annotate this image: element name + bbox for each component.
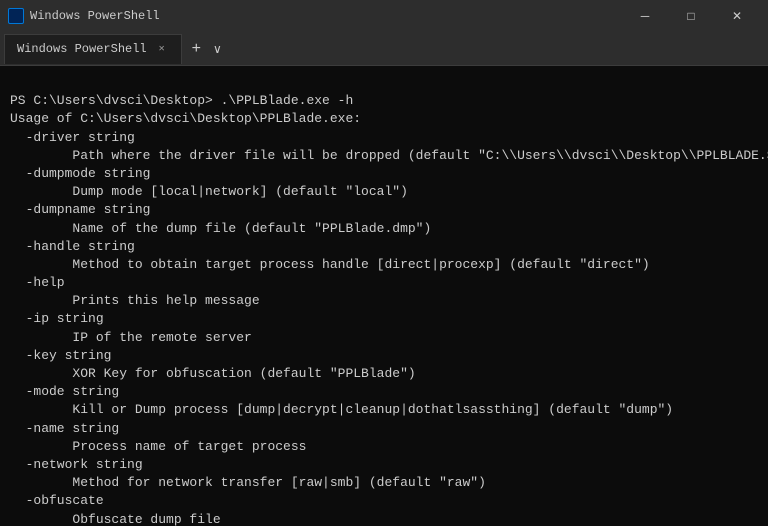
terminal-line: Prints this help message [10,292,758,310]
maximize-button[interactable]: □ [668,0,714,32]
terminal-line: Name of the dump file (default "PPLBlade… [10,220,758,238]
terminal-line: Usage of C:\Users\dvsci\Desktop\PPLBlade… [10,110,758,128]
terminal-line: XOR Key for obfuscation (default "PPLBla… [10,365,758,383]
terminal-line: -dumpmode string [10,165,758,183]
terminal-line: Path where the driver file will be dropp… [10,147,758,165]
terminal-line: -driver string [10,129,758,147]
terminal-line: -network string [10,456,758,474]
tab-close-icon[interactable]: ✕ [155,41,169,57]
terminal-line: Method for network transfer [raw|smb] (d… [10,474,758,492]
terminal-line: Process name of target process [10,438,758,456]
terminal: PS C:\Users\dvsci\Desktop> .\PPLBlade.ex… [0,66,768,526]
terminal-line: IP of the remote server [10,329,758,347]
terminal-line: -obfuscate [10,492,758,510]
tab-bar: Windows PowerShell ✕ + ∨ [0,32,768,66]
tab-powershell[interactable]: Windows PowerShell ✕ [4,34,182,64]
terminal-line: Obfuscate dump file [10,511,758,526]
tab-dropdown-button[interactable]: ∨ [209,34,226,64]
terminal-line: Method to obtain target process handle [… [10,256,758,274]
terminal-line: -mode string [10,383,758,401]
title-bar: Windows PowerShell ─ □ ✕ [0,0,768,32]
title-bar-title: Windows PowerShell [30,9,622,23]
terminal-line: -dumpname string [10,201,758,219]
terminal-line: -name string [10,420,758,438]
terminal-line: -handle string [10,238,758,256]
terminal-line: PS C:\Users\dvsci\Desktop> .\PPLBlade.ex… [10,92,758,110]
minimize-button[interactable]: ─ [622,0,668,32]
terminal-line: -ip string [10,310,758,328]
terminal-line: -help [10,274,758,292]
ps-icon [8,8,24,24]
new-tab-button[interactable]: + [184,34,209,64]
tab-label: Windows PowerShell [17,42,147,56]
close-button[interactable]: ✕ [714,0,760,32]
title-bar-controls: ─ □ ✕ [622,0,760,32]
terminal-line: Dump mode [local|network] (default "loca… [10,183,758,201]
terminal-line: -key string [10,347,758,365]
terminal-line: Kill or Dump process [dump|decrypt|clean… [10,401,758,419]
